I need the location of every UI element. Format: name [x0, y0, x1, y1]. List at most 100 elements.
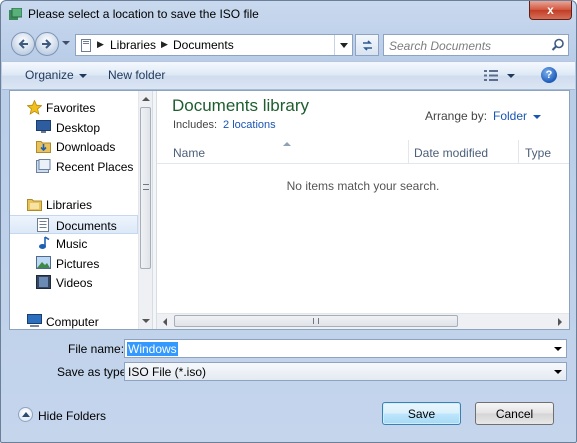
- library-title: Documents library: [172, 96, 309, 115]
- breadcrumb-documents[interactable]: Documents: [173, 38, 234, 52]
- file-list-horizontal-scrollbar[interactable]: [157, 313, 569, 329]
- library-includes: Includes: 2 locations: [173, 119, 276, 131]
- nav-item-downloads[interactable]: Downloads: [10, 137, 138, 156]
- file-name-input[interactable]: Windows: [124, 339, 567, 358]
- save-as-type-value: ISO File (*.iso): [128, 365, 207, 379]
- nav-item-libraries[interactable]: Libraries: [10, 195, 138, 214]
- computer-icon: [27, 314, 42, 327]
- window-title: Please select a location to save the ISO…: [28, 7, 259, 21]
- save-dialog-window: Please select a location to save the ISO…: [0, 0, 577, 443]
- navigation-pane: Favorites Desktop Downloads Recent Place…: [10, 91, 152, 329]
- column-header-name[interactable]: Name: [173, 146, 205, 160]
- column-header-type[interactable]: Type: [525, 146, 551, 160]
- help-button[interactable]: ?: [541, 67, 557, 83]
- nav-item-computer[interactable]: Computer: [10, 312, 138, 329]
- scroll-right-arrow-icon[interactable]: [558, 318, 562, 326]
- close-button[interactable]: x: [529, 1, 572, 20]
- save-as-type-select[interactable]: ISO File (*.iso): [124, 362, 567, 381]
- nav-item-videos[interactable]: Videos: [10, 273, 138, 292]
- refresh-button[interactable]: [355, 34, 379, 56]
- back-arrow-icon: [18, 39, 28, 49]
- library-folder-icon: [81, 39, 91, 52]
- file-list-pane: Documents library Includes: 2 locations A…: [157, 91, 569, 329]
- scroll-up-arrow-icon[interactable]: [142, 97, 150, 101]
- nav-item-pictures[interactable]: Pictures: [10, 254, 138, 273]
- forward-button[interactable]: [35, 32, 59, 56]
- nav-item-favorites[interactable]: Favorites: [10, 98, 138, 117]
- search-icon[interactable]: [551, 38, 565, 52]
- new-folder-button[interactable]: New folder: [108, 68, 165, 82]
- library-locations-link[interactable]: 2 locations: [223, 119, 276, 131]
- arrange-by-value: Folder: [493, 109, 528, 123]
- documents-icon: [37, 218, 49, 232]
- scroll-left-arrow-icon[interactable]: [163, 318, 167, 326]
- nav-label: Pictures: [56, 257, 100, 271]
- nav-label: Recent Places: [56, 160, 134, 174]
- sort-ascending-icon: [283, 142, 291, 146]
- chevron-right-icon[interactable]: ▶: [97, 39, 104, 50]
- command-toolbar: Organize New folder ?: [2, 61, 575, 90]
- nav-label: Favorites: [46, 101, 96, 115]
- save-as-type-label: Save as type:: [57, 365, 130, 379]
- recent-places-icon: [36, 159, 51, 173]
- hide-folders-label: Hide Folders: [38, 409, 107, 423]
- pictures-icon: [36, 256, 51, 269]
- recent-pages-dropdown[interactable]: [62, 41, 70, 45]
- search-box[interactable]: [383, 34, 569, 56]
- save-button[interactable]: Save: [382, 402, 461, 425]
- column-divider[interactable]: [408, 140, 409, 164]
- nav-label: Desktop: [56, 121, 101, 135]
- view-options-dropdown[interactable]: [507, 74, 515, 78]
- file-name-dropdown-button[interactable]: [554, 347, 562, 351]
- arrange-by-label: Arrange by:: [425, 109, 488, 123]
- address-dropdown-button[interactable]: [334, 35, 353, 55]
- address-row: ▶ Libraries ▶ Documents: [1, 29, 576, 59]
- organize-button[interactable]: Organize: [25, 68, 87, 82]
- column-header-row: Name Date modified Type: [157, 140, 569, 164]
- search-input[interactable]: [389, 38, 544, 53]
- refresh-icon: [363, 40, 372, 51]
- column-divider[interactable]: [518, 140, 519, 164]
- organize-label: Organize: [25, 68, 74, 82]
- file-name-value: Windows: [127, 342, 178, 356]
- content-area: Favorites Desktop Downloads Recent Place…: [9, 90, 570, 330]
- includes-label: Includes:: [173, 119, 218, 131]
- downloads-folder-icon: [36, 141, 51, 153]
- videos-icon: [36, 275, 51, 289]
- nav-item-documents[interactable]: Documents: [10, 215, 138, 234]
- nav-label: Computer: [46, 315, 99, 329]
- nav-pane-scrollbar[interactable]: [138, 91, 152, 329]
- back-button[interactable]: [11, 32, 35, 56]
- column-header-date-modified[interactable]: Date modified: [414, 146, 488, 160]
- chevron-down-icon: [78, 73, 87, 78]
- cancel-button[interactable]: Cancel: [475, 402, 554, 425]
- grip-icon: [313, 318, 319, 324]
- app-icon: [9, 8, 22, 20]
- change-view-icon[interactable]: [484, 70, 498, 81]
- nav-item-desktop[interactable]: Desktop: [10, 118, 138, 137]
- chevron-up-icon: [18, 407, 33, 422]
- forward-arrow-icon: [42, 39, 52, 49]
- grip-icon: [143, 184, 149, 190]
- desktop-icon: [36, 120, 51, 133]
- file-name-label: File name:: [68, 342, 125, 356]
- empty-results-message: No items match your search.: [286, 179, 440, 193]
- save-as-type-dropdown-button[interactable]: [554, 370, 562, 374]
- breadcrumb-libraries[interactable]: Libraries: [110, 38, 156, 52]
- music-icon: [39, 236, 50, 249]
- arrange-by-dropdown[interactable]: Folder: [493, 109, 542, 123]
- nav-label: Libraries: [46, 198, 93, 212]
- chevron-right-icon[interactable]: ▶: [161, 39, 168, 50]
- address-bar[interactable]: ▶ Libraries ▶ Documents: [75, 34, 353, 56]
- scroll-down-arrow-icon[interactable]: [142, 319, 150, 323]
- nav-label: Videos: [56, 276, 93, 290]
- nav-label: Downloads: [56, 140, 116, 154]
- file-list-scroll-thumb[interactable]: [174, 315, 458, 327]
- star-icon: [27, 100, 42, 115]
- nav-label: Music: [56, 237, 88, 251]
- nav-item-music[interactable]: Music: [10, 234, 138, 253]
- libraries-icon: [27, 199, 42, 211]
- nav-item-recent-places[interactable]: Recent Places: [10, 157, 138, 176]
- nav-label: Documents: [56, 219, 117, 233]
- nav-pane-scroll-thumb[interactable]: [140, 107, 151, 269]
